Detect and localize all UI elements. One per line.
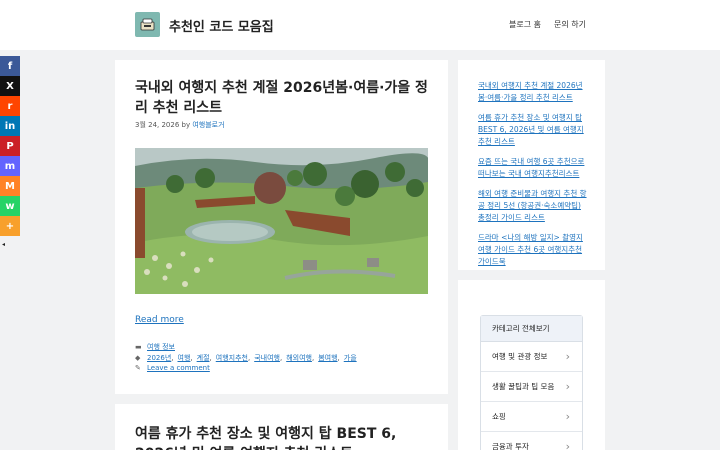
- recent-post-link[interactable]: 요즘 뜨는 국내 여행 6곳 추천으로 떠나보는 국내 여행지추천리스트: [478, 156, 588, 180]
- category-label: 금융과 투자: [492, 442, 529, 450]
- tag-link[interactable]: 해외여행: [286, 353, 312, 363]
- post-date: 3월 24, 2026: [135, 121, 180, 129]
- more-share-icon[interactable]: +: [0, 216, 20, 236]
- category-item[interactable]: 여행 및 관광 정보 ›: [481, 342, 582, 372]
- tag-link[interactable]: 2026년: [147, 353, 171, 363]
- post-by: by: [181, 121, 191, 129]
- tag-separator: ,: [279, 354, 283, 362]
- recent-post-link[interactable]: 해외 여행 준비물과 여행지 추천 항공 정리 5선 (항공권·숙소예약팁) 총…: [478, 188, 588, 224]
- mix-share-icon[interactable]: M: [0, 176, 20, 196]
- post-category-line: ▬ 여행 정보: [135, 342, 175, 352]
- category-list: 카테고리 전체보기 여행 및 관광 정보 › 생활 꿀팁과 팁 모음 › 쇼핑 › 금융과 …: [480, 315, 583, 450]
- nav-blog-home[interactable]: 블로그 홈: [509, 19, 541, 30]
- comment-icon: ✎: [135, 364, 141, 372]
- site-title[interactable]: 추천인 코드 모음집: [169, 16, 274, 35]
- category-header[interactable]: 카테고리 전체보기: [481, 316, 582, 342]
- tag-separator: ,: [190, 354, 193, 362]
- x-share-icon[interactable]: X: [0, 76, 20, 96]
- post-meta: 3월 24, 2026 by 여행블로거: [135, 120, 225, 130]
- chevron-right-icon: ›: [565, 440, 570, 450]
- reddit-share-icon[interactable]: r: [0, 96, 20, 116]
- tag-link[interactable]: 여행지추천: [216, 353, 248, 363]
- tag-link[interactable]: 가을: [344, 353, 357, 363]
- chevron-right-icon: ›: [565, 410, 570, 423]
- recent-posts-list: 국내외 여행지 추천 계절 2026년봄·여름·가을 정리 추천 리스트여름 휴…: [478, 80, 588, 276]
- tag-separator: ,: [171, 354, 174, 362]
- collapse-share-icon[interactable]: ◂: [2, 241, 5, 248]
- social-share-bar: f Xr in Pm Mw +: [0, 56, 20, 236]
- recent-post-link[interactable]: 드라마 <나의 해방 일지> 촬영지 여행 가이드 추천 6곳 여행지추천 가이…: [478, 232, 588, 268]
- read-more-link[interactable]: Read more: [135, 315, 184, 325]
- tag-separator: ,: [209, 354, 212, 362]
- site-logo[interactable]: [135, 12, 160, 37]
- linkedin-share-icon[interactable]: in: [0, 116, 20, 136]
- whatsapp-share-icon[interactable]: w: [0, 196, 20, 216]
- category-item[interactable]: 생활 꿀팁과 팁 모음 ›: [481, 372, 582, 402]
- nav-contact[interactable]: 문의 하기: [554, 19, 586, 30]
- facebook-share-icon[interactable]: f: [0, 56, 20, 76]
- recent-post-link[interactable]: 국내외 여행지 추천 계절 2026년봄·여름·가을 정리 추천 리스트: [478, 80, 588, 104]
- mastodon-share-icon[interactable]: m: [0, 156, 20, 176]
- category-label: 쇼핑: [492, 412, 506, 421]
- post-comment-line: ✎ Leave a comment: [135, 364, 210, 372]
- category-link[interactable]: 여행 정보: [147, 342, 175, 352]
- tag-link[interactable]: 계절: [197, 353, 210, 363]
- tag-separator: ,: [337, 354, 340, 362]
- post-title[interactable]: 국내외 여행지 추천 계절 2026년봄·여름·가을 정리 추천 리스트: [135, 78, 435, 118]
- tag-separator: ,: [247, 354, 251, 362]
- recent-post-link[interactable]: 여름 휴가 추천 장소 및 여행지 탑 BEST 6, 2026년 및 여름 여…: [478, 112, 588, 148]
- tag-icon: ◆: [135, 354, 141, 362]
- chevron-right-icon: ›: [565, 350, 570, 363]
- category-item[interactable]: 금융과 투자 ›: [481, 432, 582, 450]
- tag-link[interactable]: 여행: [178, 353, 191, 363]
- folder-icon: ▬: [135, 343, 142, 351]
- category-label: 여행 및 관광 정보: [492, 352, 548, 361]
- category-item[interactable]: 쇼핑 ›: [481, 402, 582, 432]
- post-featured-image[interactable]: [135, 148, 428, 294]
- pinterest-share-icon[interactable]: P: [0, 136, 20, 156]
- post-title[interactable]: 여름 휴가 추천 장소 및 여행지 탑 BEST 6, 2026년 및 여름 여…: [135, 424, 435, 450]
- tag-separator: ,: [311, 354, 315, 362]
- tag-link[interactable]: 봄여행: [318, 353, 337, 363]
- leave-comment-link[interactable]: Leave a comment: [147, 364, 210, 372]
- post-author-link[interactable]: 여행블로거: [192, 121, 224, 129]
- tag-link[interactable]: 국내여행: [254, 353, 280, 363]
- post-tags-line: ◆ 2026년, 여행, 계절, 여행지추천, 국내여행, 해외여행, 봄여행, 가을: [135, 353, 357, 363]
- chevron-right-icon: ›: [565, 380, 570, 393]
- site-header: 추천인 코드 모음집 블로그 홈 문의 하기: [0, 0, 720, 50]
- category-label: 생활 꿀팁과 팁 모음: [492, 382, 555, 391]
